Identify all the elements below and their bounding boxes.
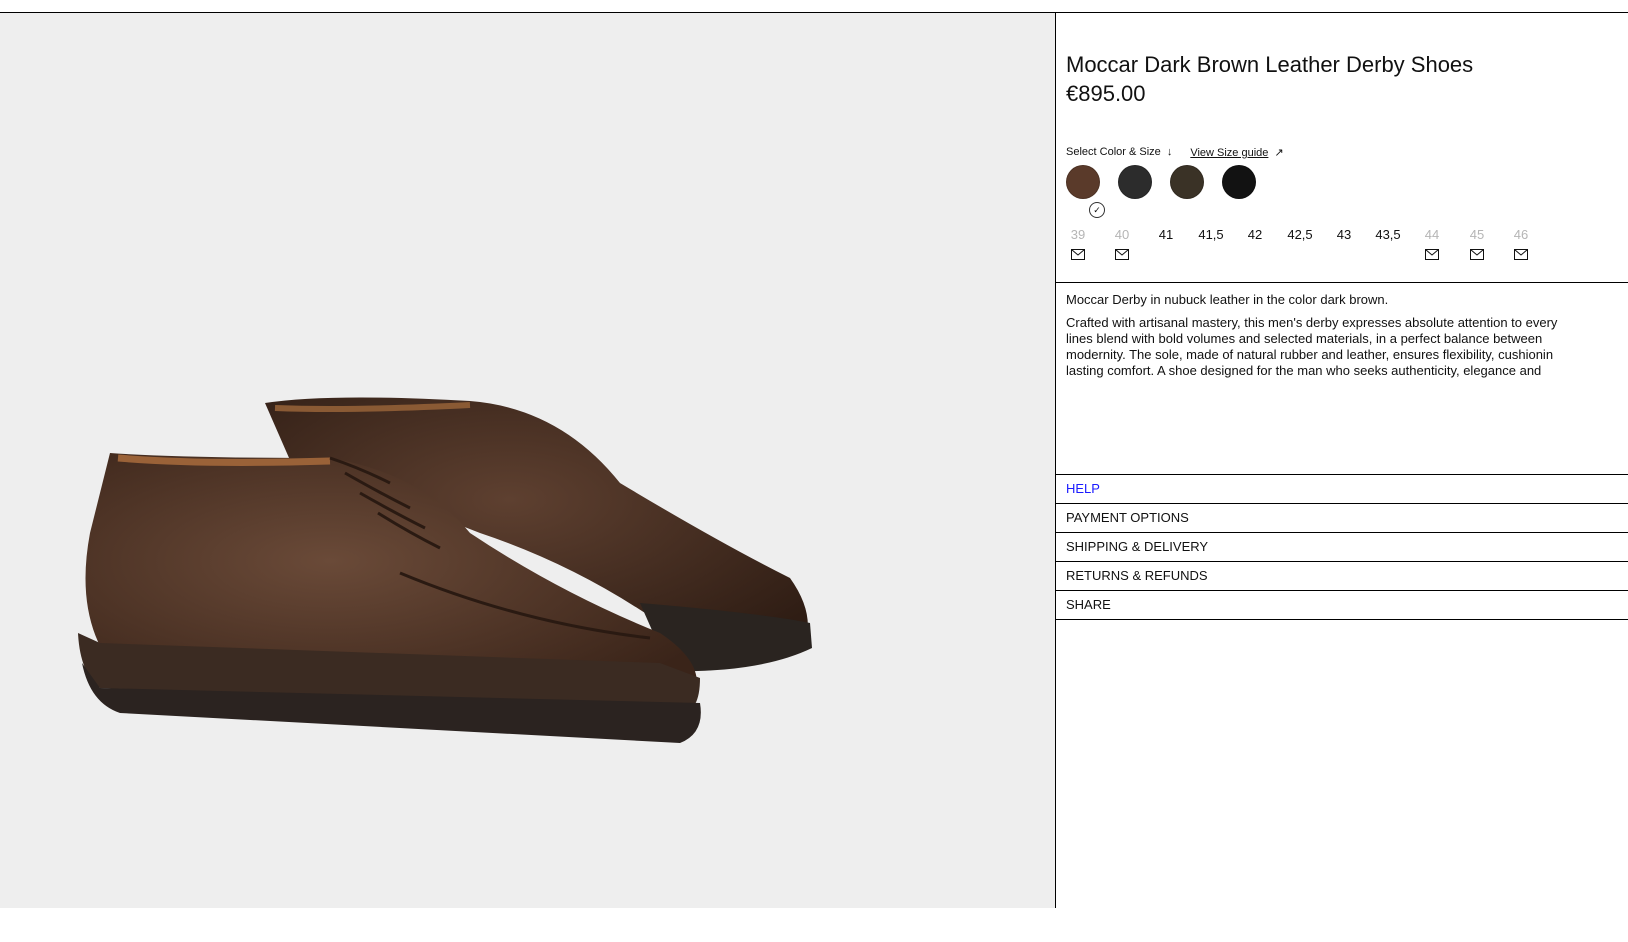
color-swatch-dark-olive-brown[interactable] [1170,165,1204,199]
size-option-39[interactable]: 39 [1058,227,1098,242]
description-line: Crafted with artisanal mastery, this men… [1066,315,1558,330]
size-option-43-5[interactable]: 43,5 [1368,227,1408,242]
divider-line [1056,282,1628,283]
product-panel: Moccar Dark Brown Leather Derby Shoes €8… [1056,13,1628,908]
select-label-text: Select Color & Size [1066,146,1161,158]
accordion-share[interactable]: SHARE [1066,597,1111,612]
product-image [78,397,812,743]
size-option-46[interactable]: 46 [1501,227,1541,242]
product-gallery[interactable] [0,13,1055,908]
size-guide-text[interactable]: View Size guide [1190,147,1268,159]
size-option-44[interactable]: 44 [1412,227,1452,242]
description-line: modernity. The sole, made of natural rub… [1066,347,1554,362]
accordion-payment-options[interactable]: PAYMENT OPTIONS [1066,510,1189,525]
arrow-down-icon: ↓ [1166,146,1173,158]
size-option-45[interactable]: 45 [1457,227,1497,242]
accordion-help[interactable]: HELP [1066,481,1100,496]
product-title: Moccar Dark Brown Leather Derby Shoes [1066,52,1474,77]
description-long: Crafted with artisanal mastery, this men… [1066,315,1626,379]
color-swatch-dark-brown[interactable] [1066,165,1100,199]
divider-line [1056,619,1628,620]
external-link-icon: ↗ [1274,147,1284,159]
divider-line [1056,590,1628,591]
description-short: Moccar Derby in nubuck leather in the co… [1066,292,1389,307]
select-color-size-label: Select Color & Size ↓ [1066,146,1172,159]
notify-mail-icon[interactable] [1115,249,1129,260]
divider-line [1056,474,1628,475]
product-price: €895.00 [1066,81,1146,106]
description-line: lasting comfort. A shoe designed for the… [1066,363,1542,378]
color-swatch-black[interactable] [1222,165,1256,199]
selector-row: Select Color & Size ↓ View Size guide ↗ [1066,146,1284,159]
description-line: lines blend with bold volumes and select… [1066,331,1543,346]
divider-line [1056,532,1628,533]
top-bar [0,0,1628,13]
color-swatch-charcoal[interactable] [1118,165,1152,199]
size-option-43[interactable]: 43 [1324,227,1364,242]
size-option-41-5[interactable]: 41,5 [1191,227,1231,242]
size-option-42[interactable]: 42 [1235,227,1275,242]
size-option-41[interactable]: 41 [1146,227,1186,242]
selected-check-icon: ✓ [1089,202,1105,218]
size-guide-link[interactable]: View Size guide ↗ [1190,146,1283,159]
size-option-40[interactable]: 40 [1102,227,1142,242]
notify-mail-icon[interactable] [1425,249,1439,260]
divider-line [1056,561,1628,562]
notify-mail-icon[interactable] [1071,249,1085,260]
notify-mail-icon[interactable] [1470,249,1484,260]
accordion-shipping-delivery[interactable]: SHIPPING & DELIVERY [1066,539,1208,554]
size-option-42-5[interactable]: 42,5 [1280,227,1320,242]
divider-line [1056,503,1628,504]
notify-mail-icon[interactable] [1514,249,1528,260]
accordion-returns-refunds[interactable]: RETURNS & REFUNDS [1066,568,1208,583]
